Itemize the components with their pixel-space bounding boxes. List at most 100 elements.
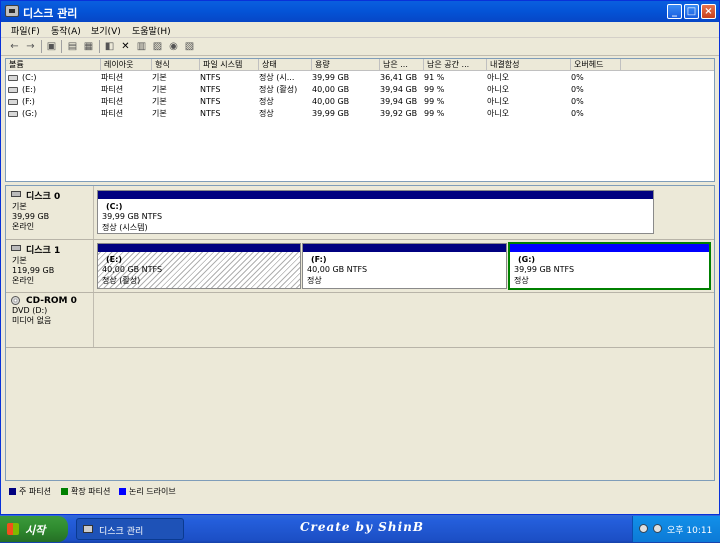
title-bar[interactable]: 디스크 관리 _ □ × xyxy=(1,1,719,22)
primary-partition-bar xyxy=(98,191,653,199)
column-header-volume[interactable]: 볼륨 xyxy=(6,59,101,71)
properties-page-icon[interactable]: ▧ xyxy=(184,41,195,52)
partition-size: 39,99 GB NTFS xyxy=(102,212,163,221)
legend-primary: 주 파티션 xyxy=(9,486,51,497)
cell-volume: (F:) xyxy=(22,97,35,106)
cell-fault-tolerance: 아니오 xyxy=(487,109,510,118)
disk-name: 디스크 0 xyxy=(26,192,61,202)
cell-overhead: 0% xyxy=(571,73,584,82)
legend-label: 논리 드라이브 xyxy=(129,487,176,496)
disk-1-info[interactable]: 디스크 1 기본 119,99 GB 온라인 xyxy=(6,240,94,292)
legend-label: 확장 파티션 xyxy=(71,487,111,496)
partition-name: (C:) xyxy=(106,202,123,211)
volume-icon[interactable] xyxy=(653,524,662,533)
cell-type: 기본 xyxy=(152,97,167,106)
menu-action[interactable]: 동작(A) xyxy=(51,24,81,37)
properties-icon[interactable]: ▤ xyxy=(67,41,78,52)
menu-help[interactable]: 도움말(H) xyxy=(132,24,171,37)
partition-f[interactable]: (F:) 40,00 GB NTFS 정상 xyxy=(302,243,507,289)
cell-status: 정상 xyxy=(259,97,274,106)
minimize-button[interactable]: _ xyxy=(667,4,682,19)
partition-size: 39,99 GB NTFS xyxy=(514,265,575,274)
disk-status: 온라인 xyxy=(12,222,35,231)
cell-file-system: NTFS xyxy=(200,85,221,94)
drive-icon xyxy=(8,99,18,105)
cell-status: 정상 (활성) xyxy=(259,85,298,94)
list-item[interactable]: (E:) 파티션 기본 NTFS 정상 (활성) 40,00 GB 39,94 … xyxy=(6,84,714,96)
forward-arrow-icon[interactable]: → xyxy=(25,41,36,52)
column-header-free-percent[interactable]: 남은 공간 ... xyxy=(424,59,487,71)
toolbar-separator xyxy=(61,40,62,53)
column-header-capacity[interactable]: 용량 xyxy=(312,59,380,71)
disk-0-info[interactable]: 디스크 0 기본 39,99 GB 온라인 xyxy=(6,186,94,239)
hard-disk-icon xyxy=(11,245,21,251)
disk-management-app-icon[interactable] xyxy=(5,5,19,17)
close-button[interactable]: × xyxy=(701,4,716,19)
disk-type: DVD (D:) xyxy=(12,306,48,315)
toolbar-separator xyxy=(99,40,100,53)
legend-logical: 논리 드라이브 xyxy=(119,486,176,497)
cell-fault-tolerance: 아니오 xyxy=(487,97,510,106)
disk-0-row: 디스크 0 기본 39,99 GB 온라인 (C:) 39,99 GB NTFS… xyxy=(6,186,714,240)
network-icon[interactable] xyxy=(639,524,648,533)
maximize-button[interactable]: □ xyxy=(684,4,699,19)
partition-c[interactable]: (C:) 39,99 GB NTFS 정상 (시스템) xyxy=(97,190,654,234)
menu-file[interactable]: 파일(F) xyxy=(11,24,40,37)
start-button[interactable]: 시작 xyxy=(0,516,68,542)
disk-size: 119,99 GB xyxy=(12,266,55,275)
cell-file-system: NTFS xyxy=(200,73,221,82)
cell-capacity: 39,99 GB xyxy=(312,73,350,82)
column-header-file-system[interactable]: 파일 시스템 xyxy=(200,59,259,71)
cell-capacity: 40,00 GB xyxy=(312,85,350,94)
partition-e[interactable]: (E:) 40,00 GB NTFS 정상 (활성) xyxy=(97,243,301,289)
windows-logo-icon xyxy=(7,523,19,535)
console-icon[interactable]: ▣ xyxy=(46,41,57,52)
back-arrow-icon[interactable]: ← xyxy=(9,41,20,52)
partition-g[interactable]: (G:) 39,99 GB NTFS 정상 xyxy=(508,242,711,290)
cell-file-system: NTFS xyxy=(200,97,221,106)
cell-volume: (E:) xyxy=(22,85,36,94)
partition-state: 정상 (활성) xyxy=(102,276,141,285)
list-item[interactable]: (F:) 파티션 기본 NTFS 정상 40,00 GB 39,94 GB 99… xyxy=(6,96,714,108)
cell-fault-tolerance: 아니오 xyxy=(487,73,510,82)
toolbar: ← → ▣ ▤ ▦ ◧ ✕ ▥ ▨ ◉ ▧ xyxy=(1,38,719,56)
list-icon[interactable]: ▥ xyxy=(136,41,147,52)
toolbar-separator xyxy=(41,40,42,53)
cell-volume: (C:) xyxy=(22,73,37,82)
list-item[interactable]: (G:) 파티션 기본 NTFS 정상 39,99 GB 39,92 GB 99… xyxy=(6,108,714,120)
partition-size: 40,00 GB NTFS xyxy=(307,265,368,274)
legend-label: 주 파티션 xyxy=(19,487,51,496)
menu-view[interactable]: 보기(V) xyxy=(91,24,121,37)
cell-fault-tolerance: 아니오 xyxy=(487,85,510,94)
volume-list-header: 볼륨 레이아웃 형식 파일 시스템 상태 용량 남은 ... 남은 공간 ...… xyxy=(6,59,714,71)
clock[interactable]: 오후 10:11 xyxy=(667,523,712,536)
search-icon[interactable]: ◉ xyxy=(168,41,179,52)
logical-drive-bar xyxy=(510,244,709,252)
cdrom-0-info[interactable]: CD-ROM 0 DVD (D:) 미디어 없음 xyxy=(6,293,94,347)
delete-icon[interactable]: ✕ xyxy=(120,41,131,52)
legend-swatch xyxy=(9,488,16,495)
legend-swatch xyxy=(61,488,68,495)
cell-type: 기본 xyxy=(152,109,167,118)
list-item[interactable]: (C:) 파티션 기본 NTFS 정상 (시... 39,99 GB 36,41… xyxy=(6,72,714,84)
column-header-layout[interactable]: 레이아웃 xyxy=(101,59,152,71)
open-icon[interactable]: ▨ xyxy=(152,41,163,52)
column-header-free[interactable]: 남은 ... xyxy=(380,59,424,71)
cell-volume: (G:) xyxy=(22,109,38,118)
system-tray: 오후 10:11 xyxy=(632,516,720,542)
drive-icon xyxy=(8,111,18,117)
cell-layout: 파티션 xyxy=(101,85,124,94)
partition-legend: 주 파티션 확장 파티션 논리 드라이브 xyxy=(5,484,715,498)
column-header-overhead[interactable]: 오버헤드 xyxy=(571,59,621,71)
help-icon[interactable]: ▦ xyxy=(83,41,94,52)
volume-list[interactable]: 볼륨 레이아웃 형식 파일 시스템 상태 용량 남은 ... 남은 공간 ...… xyxy=(5,58,715,182)
menu-bar: 파일(F) 동작(A) 보기(V) 도움말(H) xyxy=(1,22,719,38)
cell-overhead: 0% xyxy=(571,97,584,106)
cell-type: 기본 xyxy=(152,85,167,94)
refresh-icon[interactable]: ◧ xyxy=(104,41,115,52)
disk-1-row: 디스크 1 기본 119,99 GB 온라인 (E:) 40,00 GB NTF… xyxy=(6,240,714,293)
taskbar-item-disk-management[interactable]: 디스크 관리 xyxy=(76,518,184,540)
column-header-status[interactable]: 상태 xyxy=(259,59,312,71)
column-header-type[interactable]: 형식 xyxy=(152,59,200,71)
column-header-fault-tolerance[interactable]: 내결함성 xyxy=(487,59,571,71)
